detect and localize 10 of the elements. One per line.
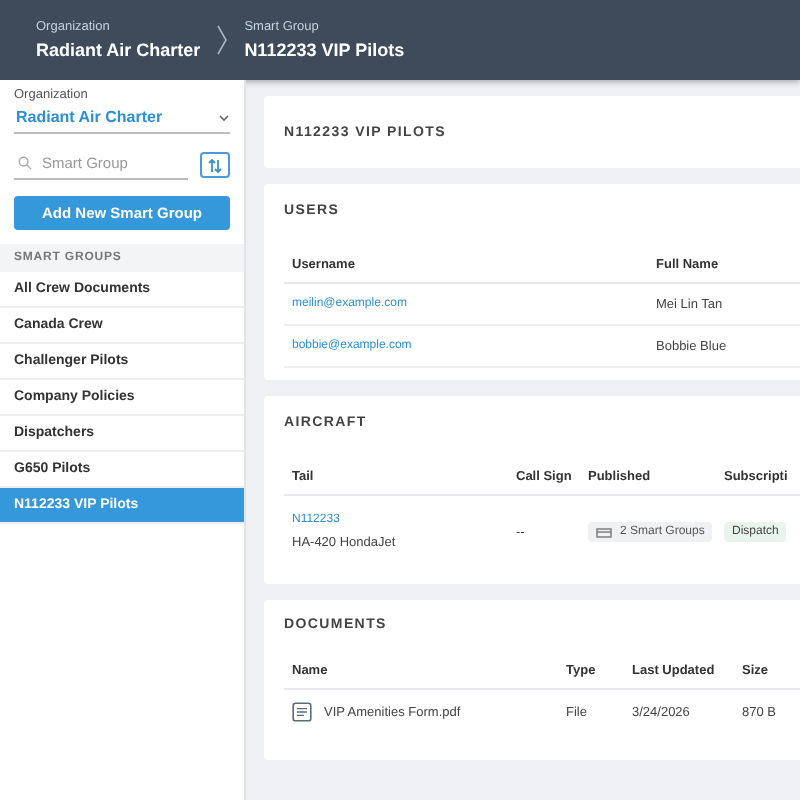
- sort-icon: [206, 157, 224, 173]
- organization-select[interactable]: Radiant Air Charter: [14, 108, 230, 134]
- card-icon: [596, 527, 612, 537]
- caret-icon: [218, 113, 230, 121]
- document-icon: [292, 702, 312, 722]
- chevron-icon: [216, 24, 229, 56]
- sort-button[interactable]: [200, 152, 230, 178]
- search-icon: [18, 156, 32, 170]
- breadcrumb-value[interactable]: Radiant Air Charter: [36, 40, 201, 60]
- breadcrumb-value[interactable]: N112233 VIP Pilots: [244, 40, 405, 60]
